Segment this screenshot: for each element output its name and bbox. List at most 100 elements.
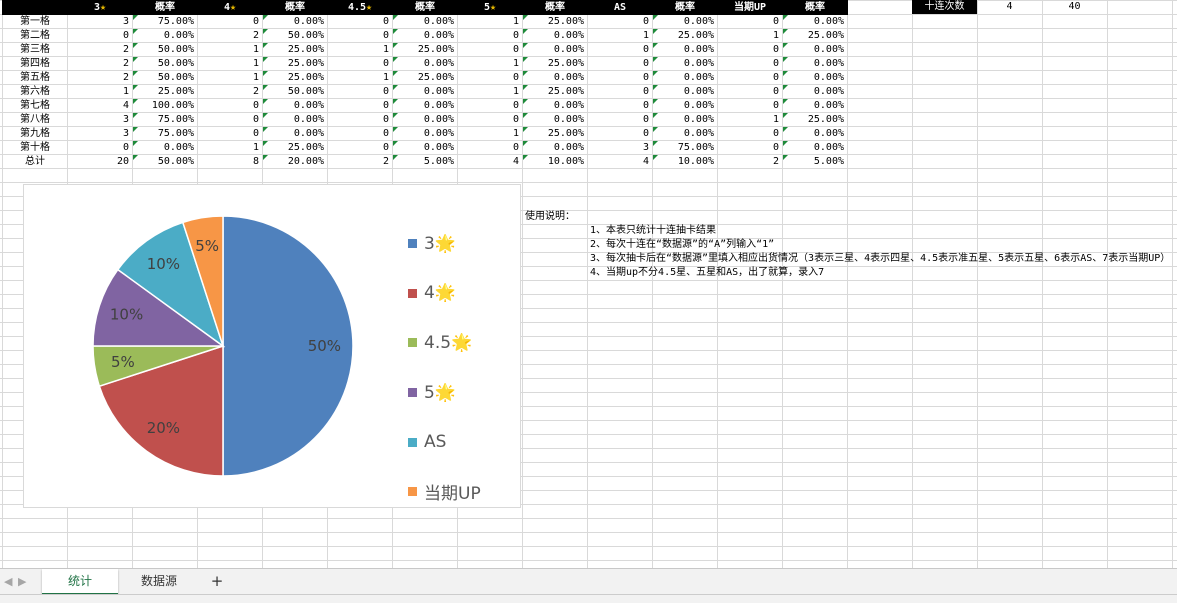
table-cell[interactable]: 25.00% (522, 56, 588, 71)
table-cell[interactable]: 1 (457, 126, 523, 141)
column-header[interactable]: 4.5★ (327, 0, 393, 15)
table-cell[interactable]: 0 (587, 56, 653, 71)
table-cell[interactable]: 0 (197, 126, 263, 141)
table-cell[interactable]: 0 (587, 112, 653, 127)
table-cell[interactable]: 25.00% (522, 84, 588, 99)
table-cell[interactable]: 25.00% (262, 140, 328, 155)
add-sheet-button[interactable]: + (204, 569, 230, 593)
table-cell[interactable]: 0.00% (782, 14, 848, 29)
table-cell[interactable]: 0 (327, 126, 393, 141)
column-header[interactable]: 概率 (392, 0, 458, 15)
table-cell[interactable]: 25.00% (392, 70, 458, 85)
table-cell[interactable]: 0.00% (782, 70, 848, 85)
table-cell[interactable]: 2 (197, 84, 263, 99)
table-cell[interactable]: 1 (197, 56, 263, 71)
table-cell[interactable]: 25.00% (522, 126, 588, 141)
table-cell[interactable]: 0 (717, 56, 783, 71)
table-cell[interactable]: 0 (457, 140, 523, 155)
table-cell[interactable]: 0.00% (392, 140, 458, 155)
table-cell[interactable]: 50.00% (262, 84, 328, 99)
table-cell[interactable]: 4 (457, 154, 523, 169)
table-cell[interactable]: 0 (327, 56, 393, 71)
table-cell[interactable]: 8 (197, 154, 263, 169)
table-cell[interactable]: 25.00% (392, 42, 458, 57)
table-cell[interactable]: 25.00% (262, 42, 328, 57)
table-cell[interactable]: 0.00% (782, 56, 848, 71)
table-cell[interactable]: 0 (327, 98, 393, 113)
table-cell[interactable]: 2 (327, 154, 393, 169)
table-cell[interactable]: 0.00% (782, 42, 848, 57)
table-cell[interactable]: 3 (67, 112, 133, 127)
table-cell[interactable]: 0 (717, 98, 783, 113)
table-cell[interactable]: 0 (457, 112, 523, 127)
table-cell[interactable]: 1 (197, 140, 263, 155)
column-header[interactable]: 概率 (522, 0, 588, 15)
table-cell[interactable]: 25.00% (652, 28, 718, 43)
legend-entry[interactable]: AS (408, 417, 518, 467)
table-cell[interactable]: 20 (67, 154, 133, 169)
table-cell[interactable]: 0.00% (652, 70, 718, 85)
table-cell[interactable]: 50.00% (132, 42, 198, 57)
table-cell[interactable]: 0.00% (132, 28, 198, 43)
column-header[interactable]: 4★ (197, 0, 263, 15)
row-label-cell[interactable]: 第八格 (2, 112, 68, 127)
table-cell[interactable]: 75.00% (132, 112, 198, 127)
table-cell[interactable]: 0.00% (652, 126, 718, 141)
table-cell[interactable]: 0.00% (392, 126, 458, 141)
table-cell[interactable]: 0.00% (392, 56, 458, 71)
table-cell[interactable]: 0.00% (522, 70, 588, 85)
table-cell[interactable]: 0 (587, 14, 653, 29)
table-cell[interactable]: 0.00% (262, 112, 328, 127)
table-cell[interactable]: 0 (457, 70, 523, 85)
table-cell[interactable]: 0 (327, 112, 393, 127)
table-cell[interactable]: 0.00% (262, 14, 328, 29)
table-cell[interactable]: 0 (717, 14, 783, 29)
scroll-next-icon[interactable]: ▶ (18, 575, 26, 588)
table-cell[interactable]: 4 (67, 98, 133, 113)
table-cell[interactable]: 0 (327, 28, 393, 43)
row-label-cell[interactable]: 第三格 (2, 42, 68, 57)
table-cell[interactable]: 0.00% (652, 98, 718, 113)
table-cell[interactable]: 25.00% (132, 84, 198, 99)
legend-entry[interactable]: 当期UP (408, 467, 518, 517)
table-cell[interactable]: 0.00% (782, 84, 848, 99)
table-cell[interactable]: 0 (587, 70, 653, 85)
table-cell[interactable]: 2 (717, 154, 783, 169)
table-cell[interactable]: 2 (197, 28, 263, 43)
table-cell[interactable]: 0.00% (782, 98, 848, 113)
table-cell[interactable]: 0 (67, 140, 133, 155)
row-label-cell[interactable]: 第一格 (2, 14, 68, 29)
table-cell[interactable]: 25.00% (262, 56, 328, 71)
table-cell[interactable]: 1 (717, 112, 783, 127)
column-header[interactable]: 当期UP (717, 0, 783, 15)
table-cell[interactable]: 0.00% (522, 112, 588, 127)
table-cell[interactable]: 0 (457, 98, 523, 113)
table-cell[interactable]: 25.00% (522, 14, 588, 29)
tab-statistics[interactable]: 统计 (42, 569, 118, 595)
table-cell[interactable]: 0 (197, 14, 263, 29)
row-label-cell[interactable]: 总计 (2, 154, 68, 169)
row-label-cell[interactable]: 第七格 (2, 98, 68, 113)
ten-pull-count[interactable]: 4 (977, 0, 1042, 14)
row-label-cell[interactable]: 第九格 (2, 126, 68, 141)
table-cell[interactable]: 1 (197, 70, 263, 85)
table-cell[interactable]: 0.00% (522, 28, 588, 43)
table-cell[interactable]: 0 (717, 140, 783, 155)
table-cell[interactable]: 0 (587, 42, 653, 57)
row-label-cell[interactable]: 第四格 (2, 56, 68, 71)
table-cell[interactable]: 0 (457, 28, 523, 43)
table-cell[interactable]: 0 (197, 112, 263, 127)
ten-pull-label[interactable]: 十连次数 (912, 0, 977, 14)
table-cell[interactable]: 0.00% (392, 84, 458, 99)
pie-chart[interactable]: 50% 20% 5% 10% 10% 5% 3🌟 4🌟 4.5🌟 5🌟 AS 当期UP (23, 184, 521, 508)
table-cell[interactable]: 0.00% (652, 42, 718, 57)
table-cell[interactable]: 50.00% (132, 56, 198, 71)
table-cell[interactable]: 5.00% (782, 154, 848, 169)
table-cell[interactable]: 0.00% (262, 126, 328, 141)
table-cell[interactable]: 75.00% (132, 14, 198, 29)
column-header[interactable]: 5★ (457, 0, 523, 15)
table-cell[interactable]: 0.00% (782, 140, 848, 155)
row-label-cell[interactable]: 第六格 (2, 84, 68, 99)
table-cell[interactable]: 0.00% (522, 42, 588, 57)
table-cell[interactable]: 25.00% (262, 70, 328, 85)
